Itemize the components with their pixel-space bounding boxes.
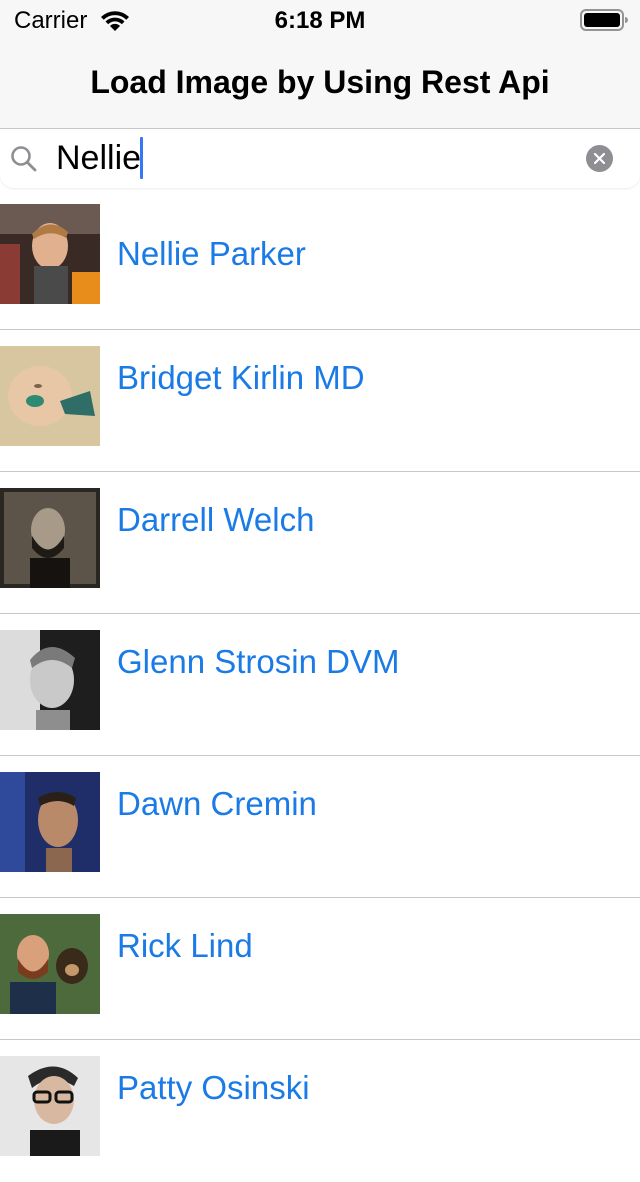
text-caret: [140, 137, 143, 179]
people-list: Nellie Parker Bridget Kirlin MD Darrell …: [0, 188, 640, 1182]
search-input[interactable]: [56, 133, 576, 183]
person-name: Rick Lind: [117, 927, 253, 964]
battery-full-icon: [580, 9, 628, 31]
person-name: Glenn Strosin DVM: [117, 643, 400, 680]
avatar: [0, 488, 100, 588]
clock: 6:18 PM: [274, 7, 366, 34]
magnifying-glass-icon: [11, 146, 37, 172]
avatar: [0, 772, 100, 872]
list-item[interactable]: Patty Osinski: [0, 1040, 640, 1182]
person-name: Darrell Welch: [117, 501, 315, 538]
person-name: Nellie Parker: [117, 235, 306, 272]
clear-search-button[interactable]: [586, 145, 613, 172]
person-name: Bridget Kirlin MD: [117, 359, 365, 396]
page-title: Load Image by Using Rest Api: [90, 64, 550, 100]
clear-x-icon: [594, 153, 605, 164]
avatar: [0, 914, 100, 1014]
list-item[interactable]: Glenn Strosin DVM: [0, 614, 640, 756]
person-name: Dawn Cremin: [117, 785, 317, 822]
list-item[interactable]: Nellie Parker: [0, 188, 640, 330]
list-item[interactable]: Rick Lind: [0, 898, 640, 1040]
avatar: [0, 204, 100, 304]
person-name: Patty Osinski: [117, 1069, 310, 1106]
list-item[interactable]: Dawn Cremin: [0, 756, 640, 898]
navigation-bar: Load Image by Using Rest Api: [0, 40, 640, 129]
avatar: [0, 1056, 100, 1156]
avatar: [0, 630, 100, 730]
list-item[interactable]: Bridget Kirlin MD: [0, 330, 640, 472]
status-bar: Carrier 6:18 PM: [0, 0, 640, 40]
list-item[interactable]: Darrell Welch: [0, 472, 640, 614]
avatar: [0, 346, 100, 446]
